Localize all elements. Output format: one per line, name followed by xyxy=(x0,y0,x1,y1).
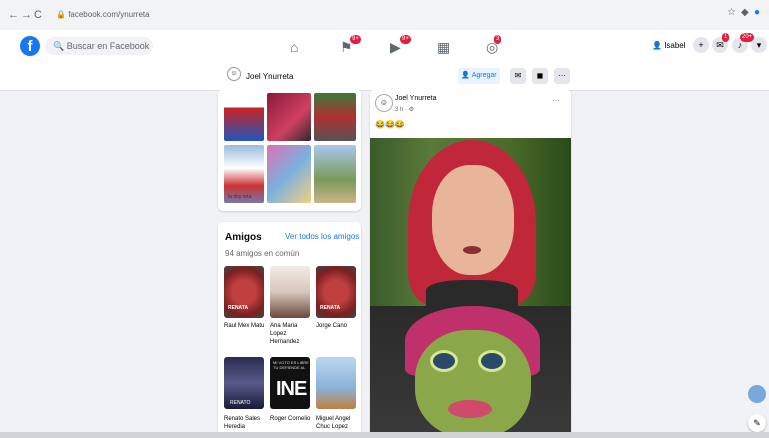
friend-photo-label: INE xyxy=(276,378,307,400)
mutual-friends-count: 94 amigos en común xyxy=(225,249,300,258)
forward-icon[interactable]: → xyxy=(21,9,32,21)
right-eye-shape xyxy=(478,350,506,372)
groups-badge: 3 xyxy=(494,35,502,44)
message-button[interactable]: ✉ xyxy=(510,68,526,84)
photo-caption: la doy orta xyxy=(228,194,252,200)
face-shape xyxy=(432,165,514,275)
left-eye-shape xyxy=(430,350,458,372)
photo-thumb[interactable] xyxy=(314,145,356,203)
search-placeholder: Buscar en Facebook xyxy=(66,41,150,51)
photo-thumb[interactable] xyxy=(267,145,311,203)
post-text: 😂😂😂 xyxy=(375,120,405,129)
friend-name[interactable]: Miguel Angel Chuc Lopez xyxy=(316,415,361,431)
new-message-icon[interactable]: ✎ xyxy=(748,414,766,432)
photo-thumb[interactable] xyxy=(314,93,356,141)
watch-icon[interactable]: ▶ xyxy=(390,39,401,56)
friend-photo-label: RENATO xyxy=(230,400,251,406)
back-icon[interactable]: ← xyxy=(8,9,19,21)
chevron-down-icon[interactable]: ▾ xyxy=(751,37,767,53)
reload-icon[interactable]: C xyxy=(34,9,42,21)
gremlin-face-shape xyxy=(415,330,531,438)
user-chip[interactable]: 👤 Isabel xyxy=(652,41,686,50)
add-friend-label: Agregar xyxy=(471,72,497,79)
url-text: facebook.com/ynurreta xyxy=(68,10,150,19)
friend-name[interactable]: Renato Sales Heredia xyxy=(224,415,269,431)
photo-thumb[interactable] xyxy=(267,93,311,141)
user-name: Isabel xyxy=(664,41,686,50)
friend-photo[interactable] xyxy=(270,266,310,318)
address-bar[interactable]: 🔒 facebook.com/ynurreta xyxy=(56,8,696,22)
post-timestamp[interactable]: 3 h · ⚙ xyxy=(395,106,414,113)
friend-photo[interactable] xyxy=(316,357,356,409)
more-button[interactable]: ··· xyxy=(554,68,570,84)
status-strip xyxy=(0,432,769,438)
profile-bar xyxy=(0,64,769,91)
friend-name[interactable]: Roger Cornelio xyxy=(270,415,315,423)
post-author-name[interactable]: Joel Ynurreta xyxy=(395,95,437,102)
friend-name[interactable]: Raul Mex Matu xyxy=(224,322,269,330)
messenger-badge: 1 xyxy=(722,33,730,42)
contacts-bubble[interactable] xyxy=(748,385,766,403)
add-friend-button[interactable]: 👤 Agregar xyxy=(458,68,500,84)
see-all-friends-link[interactable]: Ver todos los amigos xyxy=(285,232,359,241)
pages-badge: 9+ xyxy=(350,35,361,44)
post-author-avatar[interactable]: ☺ xyxy=(375,94,393,112)
lips-shape xyxy=(448,400,492,418)
watch-badge: 9+ xyxy=(400,35,411,44)
profile-name[interactable]: Joel Ynurreta xyxy=(246,72,293,81)
follow-button[interactable]: ◼ xyxy=(532,68,548,84)
friend-photo-label: RENATA xyxy=(320,305,341,311)
friend-photo-caption: MI VOTO ES LIBRE TU DEFIENDE AL xyxy=(273,360,309,370)
photo-thumb[interactable] xyxy=(224,93,264,141)
create-button[interactable]: + xyxy=(693,37,709,53)
clothing-shape xyxy=(426,280,518,306)
marketplace-icon[interactable]: ▦ xyxy=(437,39,450,56)
mouth-shape xyxy=(463,246,481,254)
friend-photo-label: RENATA xyxy=(228,305,249,311)
friend-name[interactable]: Ana Maria Lopez Hernandez xyxy=(270,322,315,346)
friends-title: Amigos xyxy=(225,232,262,243)
star-icon[interactable]: ☆ xyxy=(727,7,736,18)
facebook-logo-icon[interactable]: f xyxy=(20,36,40,56)
search-input[interactable]: 🔍 Buscar en Facebook xyxy=(45,37,153,55)
extension-icon[interactable]: ◆ xyxy=(741,7,749,18)
home-icon[interactable]: ⌂ xyxy=(290,39,298,55)
profile-icon[interactable]: ● xyxy=(754,7,760,18)
profile-avatar[interactable]: ☺ xyxy=(227,67,241,81)
post-menu-button[interactable]: ··· xyxy=(552,96,560,105)
friend-name[interactable]: Jorge Cano xyxy=(316,322,361,330)
